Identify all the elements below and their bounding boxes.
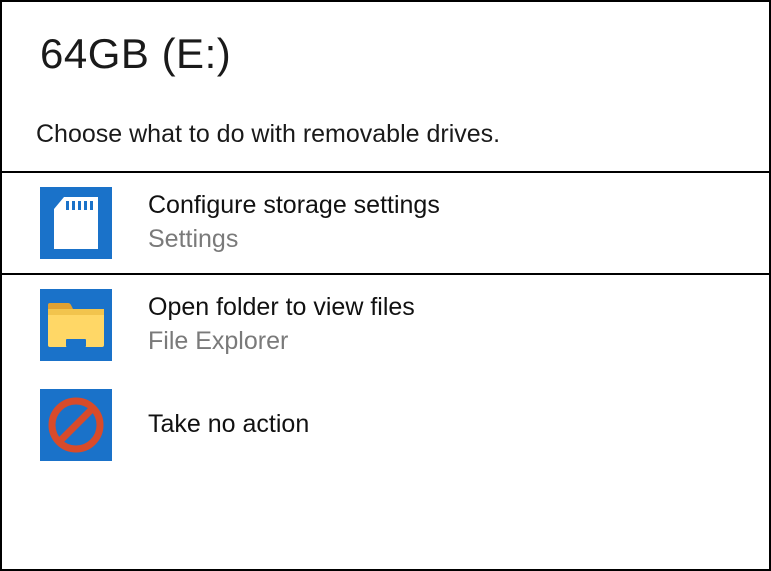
drive-title: 64GB (E:) [40, 30, 731, 78]
no-action-icon [40, 389, 112, 461]
folder-icon [40, 289, 112, 361]
option-open-folder[interactable]: Open folder to view files File Explorer [2, 275, 769, 375]
option-configure-storage[interactable]: Configure storage settings Settings [2, 173, 769, 275]
option-primary-label: Configure storage settings [148, 189, 440, 223]
option-primary-label: Take no action [148, 408, 309, 442]
option-secondary-label: Settings [148, 223, 440, 257]
autoplay-dialog: 64GB (E:) Choose what to do with removab… [0, 0, 771, 571]
option-list: Configure storage settings Settings Open… [2, 171, 769, 475]
option-primary-label: Open folder to view files [148, 291, 415, 325]
option-take-no-action[interactable]: Take no action [2, 375, 769, 475]
sd-card-icon [40, 187, 112, 259]
dialog-instruction: Choose what to do with removable drives. [2, 102, 769, 171]
option-labels: Take no action [112, 408, 309, 442]
option-secondary-label: File Explorer [148, 325, 415, 359]
dialog-header: 64GB (E:) [2, 2, 769, 102]
option-labels: Configure storage settings Settings [112, 189, 440, 257]
option-labels: Open folder to view files File Explorer [112, 291, 415, 359]
